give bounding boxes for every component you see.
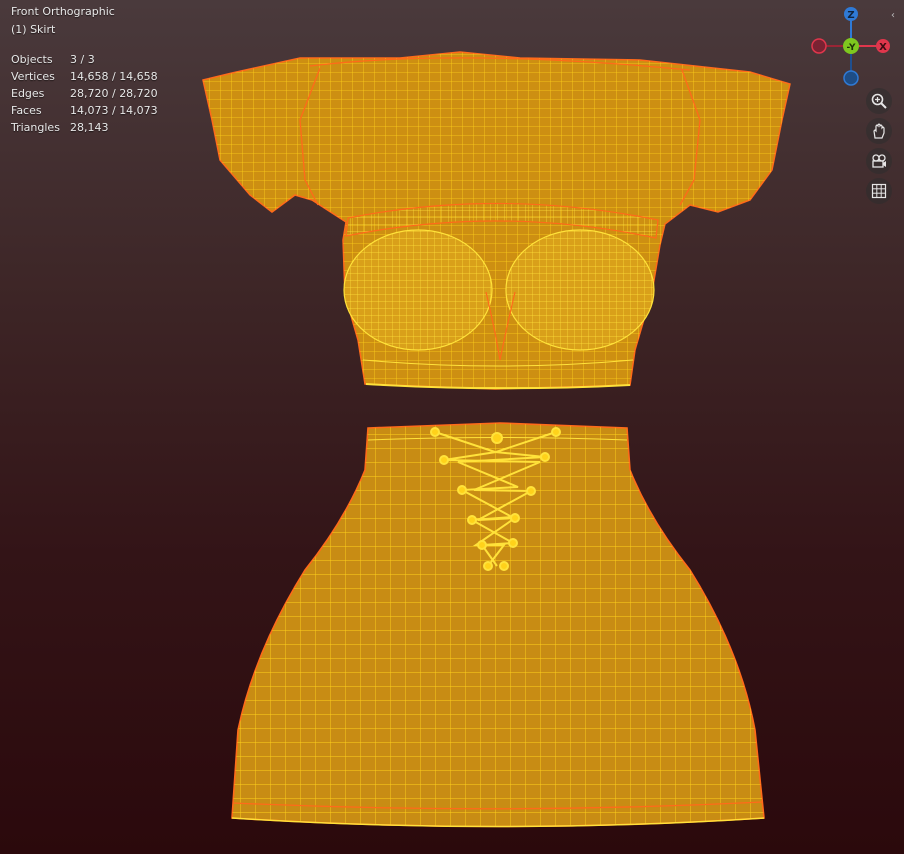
crop-top-mesh[interactable] [202, 51, 791, 390]
camera-view-button[interactable] [866, 148, 892, 174]
ortho-toggle-button[interactable] [866, 178, 892, 204]
skirt-mesh[interactable] [231, 422, 765, 828]
hand-pan-icon [873, 123, 885, 139]
gizmo-x-label: X [879, 42, 887, 53]
ortho-grid-icon [871, 183, 887, 199]
zoom-icon [871, 93, 887, 109]
zoom-button[interactable] [866, 88, 892, 114]
gizmo-z-label: Z [847, 10, 854, 21]
sidebar-collapse-arrow[interactable]: ‹ [891, 10, 895, 21]
gizmo-neg-z-handle [843, 70, 859, 86]
gizmo-neg-x-handle [811, 38, 827, 54]
camera-view-icon [872, 154, 886, 168]
navigation-gizmo[interactable]: Z X -Y [808, 4, 894, 90]
pan-button[interactable] [866, 118, 892, 144]
gizmo-neg-y-label: -Y [847, 43, 856, 53]
viewport-mesh[interactable] [0, 0, 904, 854]
